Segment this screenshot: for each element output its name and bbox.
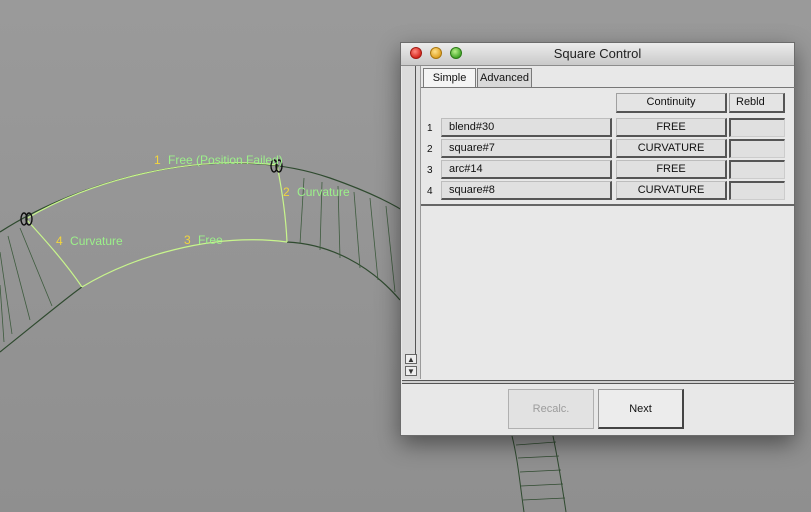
boundary-curve-2[interactable] — [276, 164, 288, 243]
curve-label-number: 2 — [283, 185, 290, 199]
surface-right-inner-edge — [286, 241, 401, 301]
continuity-button[interactable]: CURVATURE — [616, 139, 727, 158]
table-divider — [421, 204, 795, 206]
next-button[interactable]: Next — [598, 389, 684, 429]
lower-surface-ribbon — [511, 435, 567, 512]
row-number: 3 — [427, 165, 433, 176]
continuity-button[interactable]: FREE — [616, 160, 727, 179]
curve-label-text: Curvature — [297, 185, 350, 199]
window-title: Square Control — [553, 46, 642, 61]
column-header-continuity: Continuity — [616, 93, 727, 113]
curve-name-field[interactable]: arc#14 — [441, 160, 612, 179]
curve-name-field[interactable]: blend#30 — [441, 118, 612, 137]
tab-simple[interactable]: Simple — [423, 68, 476, 88]
pane-splitter[interactable] — [402, 380, 794, 384]
square-control-window: Square Control ▲ ▼ Simple Advanced Conti… — [400, 42, 795, 436]
rebuild-checkbox[interactable] — [729, 160, 785, 179]
tab-advanced[interactable]: Advanced — [477, 68, 532, 88]
curve-name-field[interactable]: square#7 — [441, 139, 612, 158]
scroll-up-icon[interactable]: ▲ — [405, 354, 417, 364]
scroll-down-icon[interactable]: ▼ — [405, 366, 417, 376]
side-divider — [415, 66, 416, 356]
window-titlebar[interactable]: Square Control — [401, 43, 794, 66]
curve-label-number: 4 — [56, 234, 63, 248]
boundary-curve-4[interactable] — [25, 218, 83, 288]
curve-label-text: Curvature — [70, 234, 123, 248]
row-number: 2 — [427, 144, 433, 155]
rebuild-checkbox[interactable] — [729, 181, 785, 200]
rebuild-checkbox[interactable] — [729, 118, 785, 137]
continuity-button[interactable]: CURVATURE — [616, 181, 727, 200]
left-surface-isoparms — [0, 227, 53, 343]
surface-inner-edge — [0, 286, 83, 353]
rebuild-checkbox[interactable] — [729, 139, 785, 158]
curve-label-text: Free (Position Failed) — [168, 153, 283, 167]
svg-text:2 Curvature: 2 Curvature — [283, 185, 350, 199]
curve-label-number: 1 — [154, 153, 161, 167]
svg-text:1 Free (Position Failed): 1 Free (Position Failed) — [154, 153, 283, 167]
tab-divider — [421, 87, 795, 88]
row-number: 1 — [427, 123, 433, 134]
curve-label-number: 3 — [184, 233, 191, 247]
continuity-button[interactable]: FREE — [616, 118, 727, 137]
boundary-curve-1[interactable] — [25, 162, 278, 220]
side-scroll-strip[interactable]: ▲ ▼ — [402, 66, 421, 379]
svg-text:3 Free: 3 Free — [184, 233, 223, 247]
curve-name-field[interactable]: square#8 — [441, 181, 612, 200]
row-number: 4 — [427, 186, 433, 197]
svg-text:4 Curvature: 4 Curvature — [56, 234, 123, 248]
column-header-rebuild: Rebld — [729, 93, 785, 113]
recalc-button[interactable]: Recalc. — [508, 389, 594, 429]
curve-label-text: Free — [198, 233, 223, 247]
